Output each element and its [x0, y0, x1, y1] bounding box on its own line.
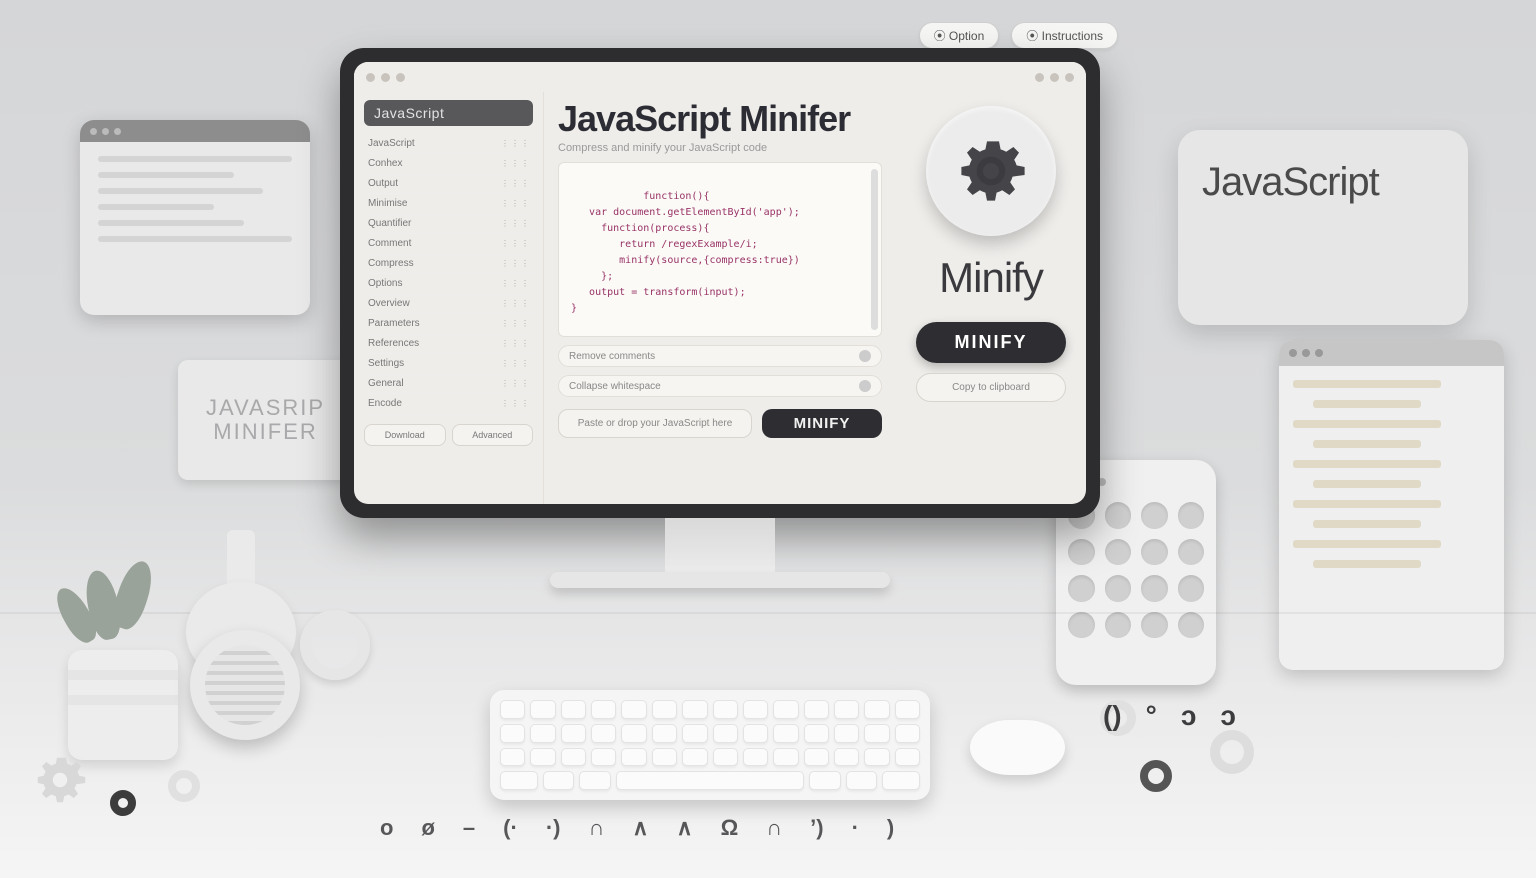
- mouse: [970, 720, 1065, 775]
- sidebar-item[interactable]: Encode⋮⋮⋮: [364, 394, 533, 414]
- sidebar-header: JavaScript: [364, 100, 533, 126]
- ring-icon: [168, 770, 200, 802]
- sidebar: JavaScript JavaScript⋮⋮⋮Conhex⋮⋮⋮Output⋮…: [354, 92, 544, 504]
- sidebar-advanced-button[interactable]: Advanced: [452, 424, 534, 446]
- copy-button[interactable]: Copy to clipboard: [916, 373, 1066, 402]
- pill-instructions[interactable]: ⦿ Instructions: [1011, 22, 1118, 49]
- traffic-lights-right[interactable]: [1035, 73, 1074, 82]
- keyboard: [490, 690, 930, 800]
- toggle-icon[interactable]: [859, 350, 871, 362]
- gear-icon: [30, 750, 90, 810]
- scrollbar[interactable]: [871, 169, 878, 330]
- sidebar-item[interactable]: Overview⋮⋮⋮: [364, 294, 533, 314]
- javascript-card: JavaScript: [1178, 130, 1468, 325]
- javascript-card-label: JavaScript: [1202, 160, 1379, 205]
- toggle-icon[interactable]: [859, 380, 871, 392]
- page-subtitle: Compress and minify your JavaScript code: [558, 142, 882, 154]
- sidebar-item[interactable]: Parameters⋮⋮⋮: [364, 314, 533, 334]
- sidebar-item[interactable]: Minimise⋮⋮⋮: [364, 194, 533, 214]
- sidebar-item[interactable]: Output⋮⋮⋮: [364, 174, 533, 194]
- option-collapse-whitespace[interactable]: Collapse whitespace: [558, 375, 882, 397]
- code-input[interactable]: function(){ var document.getElementById(…: [558, 162, 882, 337]
- ring-icon: [110, 790, 136, 816]
- minify-heading: Minify: [939, 254, 1043, 302]
- ring-icon: [300, 610, 370, 680]
- monitor: JavaScript JavaScript⋮⋮⋮Conhex⋮⋮⋮Output⋮…: [340, 48, 1100, 568]
- code-sample: function(){ var document.getElementById(…: [571, 191, 800, 314]
- sidebar-item[interactable]: Settings⋮⋮⋮: [364, 354, 533, 374]
- main-panel: JavaScript Minifer Compress and minify y…: [544, 92, 896, 504]
- pill-option[interactable]: ⦿ Option: [919, 22, 1000, 49]
- sidebar-item[interactable]: Compress⋮⋮⋮: [364, 254, 533, 274]
- sidebar-item[interactable]: Conhex⋮⋮⋮: [364, 154, 533, 174]
- sign-card: JAVASRIP MINIFER: [178, 360, 353, 480]
- ring-icon: [1140, 760, 1172, 792]
- page-title: JavaScript Minifer: [558, 98, 882, 140]
- side-code-window: [1279, 340, 1504, 670]
- sidebar-item[interactable]: JavaScript⋮⋮⋮: [364, 134, 533, 154]
- plant: [28, 530, 168, 760]
- minify-button[interactable]: MINIFY: [762, 409, 882, 438]
- ring-icon: [1210, 730, 1254, 774]
- gear-badge: [926, 106, 1056, 236]
- paste-hint-button[interactable]: Paste or drop your JavaScript here: [558, 409, 752, 438]
- traffic-lights-left[interactable]: [366, 73, 405, 82]
- gear-icon: [951, 131, 1031, 211]
- sidebar-item[interactable]: References⋮⋮⋮: [364, 334, 533, 354]
- sidebar-download-button[interactable]: Download: [364, 424, 446, 446]
- sidebar-item[interactable]: Quantifier⋮⋮⋮: [364, 214, 533, 234]
- minify-pill-button[interactable]: MINIFY: [916, 322, 1066, 363]
- mini-window: [80, 120, 310, 315]
- right-column: Minify MINIFY Copy to clipboard: [896, 92, 1086, 504]
- sidebar-item[interactable]: Options⋮⋮⋮: [364, 274, 533, 294]
- sidebar-item[interactable]: Comment⋮⋮⋮: [364, 234, 533, 254]
- top-pill-group: ⦿ Option ⦿ Instructions: [919, 22, 1118, 49]
- glyph-row-2: ()°ɔɔ: [1103, 700, 1236, 732]
- glyph-row: oø–(··)∩∧∧Ω∩’)·): [380, 815, 894, 841]
- globe-icon: [190, 630, 300, 740]
- window-titlebar: [354, 62, 1086, 92]
- option-remove-comments[interactable]: Remove comments: [558, 345, 882, 367]
- sidebar-item[interactable]: General⋮⋮⋮: [364, 374, 533, 394]
